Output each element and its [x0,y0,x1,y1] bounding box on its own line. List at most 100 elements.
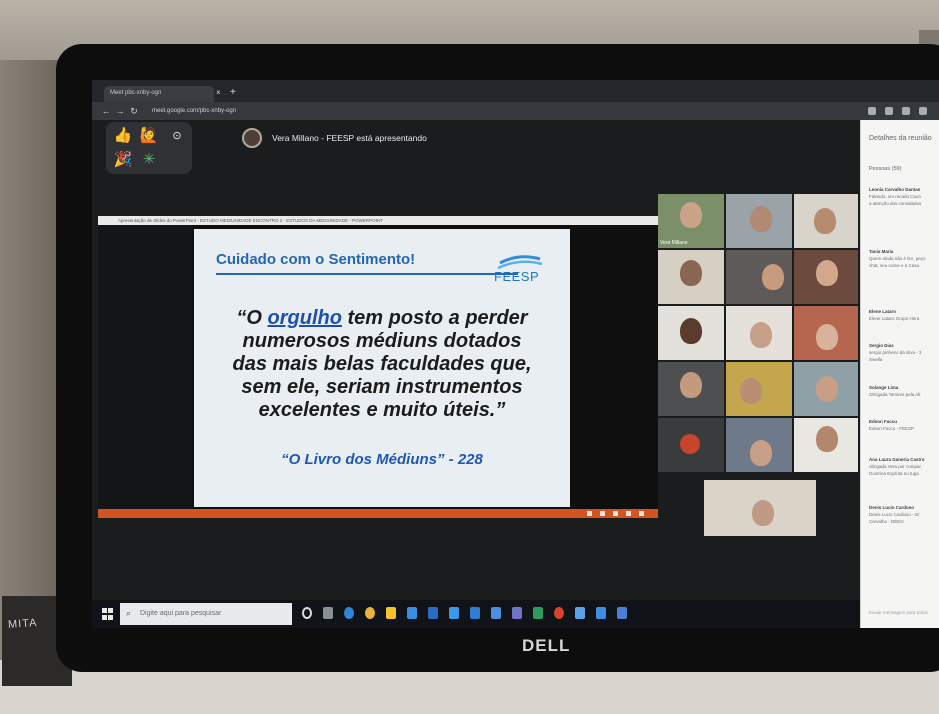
participant-face [680,202,702,228]
participant-tile[interactable] [704,480,816,536]
participant-tile[interactable] [794,362,858,416]
chat-text: a atenção dos convidados [869,201,922,206]
participant-tile[interactable] [658,362,724,416]
taskbar-pinned-apps [302,607,627,619]
participant-face [814,208,836,234]
paint-icon[interactable] [575,607,585,619]
taskbar-search-input[interactable]: ⌕ Digite aqui para pesquisar [120,603,292,625]
chrome-browser-icon[interactable] [365,607,375,619]
forward-arrow-icon[interactable]: → [114,105,126,117]
back-arrow-icon[interactable]: ← [100,105,112,117]
participant-face [816,260,838,286]
participant-face [762,264,784,290]
chat-message: Leonia Carvalho Dantas Falando, um recad… [869,186,939,207]
mail-icon[interactable] [407,607,417,619]
participant-face [750,322,772,348]
participant-tile[interactable] [658,306,724,360]
view-icon[interactable] [613,511,618,516]
edge-browser-icon[interactable] [344,607,354,619]
store-icon[interactable] [449,607,459,619]
browser-tabbar: Meet pbc-xnby-ogn × + [92,80,939,102]
participant-tile[interactable] [794,306,858,360]
file-explorer-icon[interactable] [386,607,396,619]
participant-face [816,376,838,402]
skype-icon[interactable] [596,607,606,619]
chat-author: Leonia Carvalho Dantas [869,187,921,192]
more-options-icon[interactable] [639,511,644,516]
task-view-icon[interactable] [323,607,333,619]
people-count[interactable]: Pessoas (59) [869,166,901,172]
slideshow-controls [587,511,644,516]
quote-line-2: numerosos médiuns dotados [242,330,522,352]
participant-tile[interactable] [794,194,858,248]
search-placeholder: Digite aqui para pesquisar [140,610,222,617]
chat-text: Doutrina Espírita no tuga [869,471,919,476]
browser-extension-icons [868,105,927,117]
word-icon[interactable] [428,607,438,619]
participant-tile[interactable] [726,194,792,248]
monitor-brand-logo: DELL [522,636,571,655]
excel-icon[interactable] [533,607,543,619]
participant-name: Vera Millano [660,240,688,246]
participant-tile[interactable] [726,250,792,304]
participant-tile[interactable] [726,362,792,416]
tab-title: Meet pbc-xnby-ogn [110,90,162,96]
quote-highlight-word: orgulho [267,307,342,329]
presenting-banner: Vera Millano - FEESP está apresentando [242,128,427,148]
chat-message-input[interactable]: Enviar mensagem para todos [869,610,928,615]
participant-face [750,440,772,466]
chat-message: Solange Lima Obrigada Tamires pela Alt [869,384,939,398]
chat-author: Sergio Dias [869,343,894,348]
raise-hand-emoji-icon[interactable]: 🙋 [138,126,160,146]
participant-face [680,260,702,286]
participant-face [816,324,838,350]
participant-tile[interactable]: Vera Millano [658,194,724,248]
tab-close-icon[interactable]: × [216,88,228,100]
sparkle-emoji-icon[interactable]: ✳ [138,150,160,170]
bookmark-star-icon[interactable] [868,107,876,115]
new-tab-icon[interactable]: + [230,87,242,99]
powerpoint-status-bar [98,509,658,518]
party-popper-emoji-icon[interactable]: 🎉 [112,150,134,170]
chat-author: Elene Lataro [869,309,897,314]
browser-tab[interactable]: Meet pbc-xnby-ogn [104,86,214,102]
zoom-app-icon[interactable] [617,607,627,619]
participant-tile[interactable] [794,250,858,304]
participant-tile[interactable] [726,418,792,472]
windows-taskbar: ⌕ Digite aqui para pesquisar [92,600,860,628]
onedrive-icon[interactable] [491,607,501,619]
cortana-icon[interactable] [302,607,312,619]
powerpoint-title-bar: Apresentação de Slides do PowerPoint - E… [98,216,658,225]
zoom-icon[interactable] [626,511,631,516]
meeting-details-panel: Detalhes da reunião Pessoas (59) Leonia … [860,120,939,628]
teams-icon[interactable] [512,607,522,619]
chat-text: Quem ainda não é fez, peço [869,256,926,261]
participant-tile[interactable] [658,418,724,472]
thumbs-up-emoji-icon[interactable]: 👍 [112,126,134,146]
participant-tile[interactable] [794,418,858,472]
prev-slide-icon[interactable] [587,511,592,516]
chat-text: Elene Lataro Grupo Hera [869,316,920,321]
menu-icon[interactable] [919,107,927,115]
chat-text: Falando, um recado Cava [869,194,921,199]
presentation-slide: Cuidado com o Sentimento! FEESP “O orgul… [194,229,570,507]
presenter-panel [98,225,192,509]
outlook-icon[interactable] [470,607,480,619]
next-slide-icon[interactable] [600,511,605,516]
url-field[interactable]: meet.google.com/pbc-xnby-ogn [152,105,292,117]
quote-source: “O Livro dos Médiuns” - 228 [281,451,483,468]
photos-icon[interactable] [554,607,564,619]
windows-start-icon[interactable] [102,608,114,620]
participant-tile[interactable] [658,250,724,304]
extension-icon[interactable] [885,107,893,115]
participant-face [680,318,702,344]
chat-text: Denis Lucio Cardoso - Gr [869,512,920,517]
reactions-panel: 👍 🙋 🎉 ✳ ⊙ [106,122,192,174]
participant-face [680,372,702,398]
profile-icon[interactable] [902,107,910,115]
reload-icon[interactable]: ↻ [128,105,140,117]
quote-line-3: das mais belas faculdades que, [232,353,532,375]
add-reaction-icon[interactable]: ⊙ [166,126,188,146]
participant-tile[interactable] [726,306,792,360]
speaker-label: MITA [7,616,38,632]
